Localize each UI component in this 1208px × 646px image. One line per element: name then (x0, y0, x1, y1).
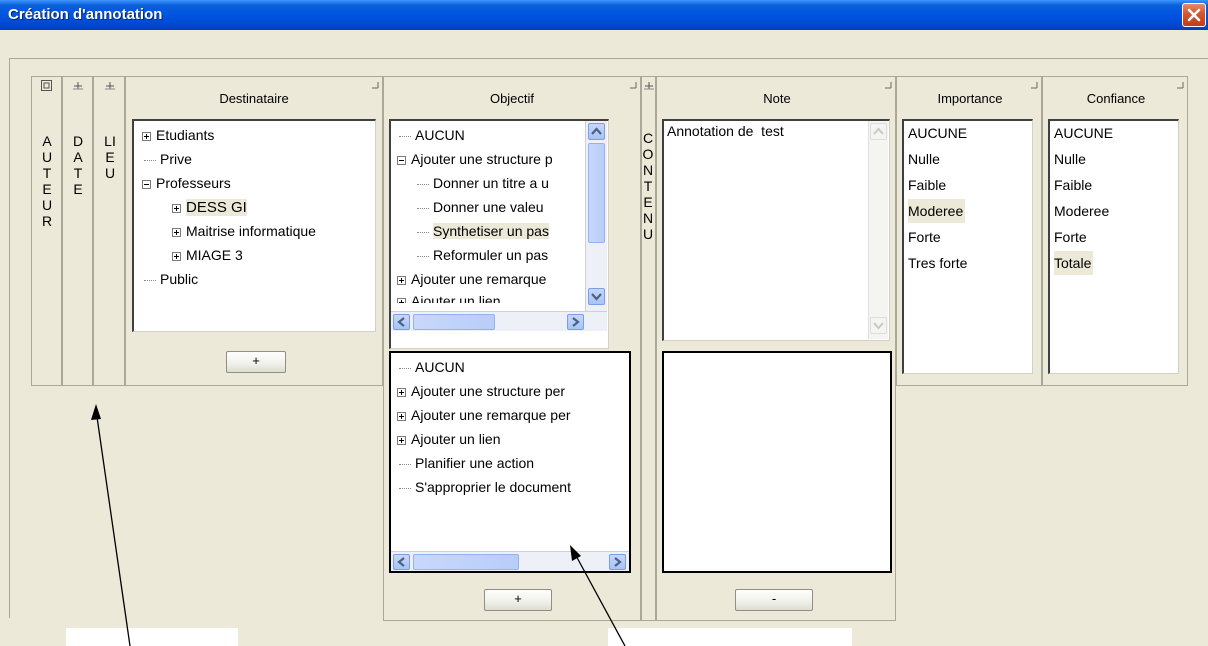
arrow-icon (570, 545, 626, 646)
arrow-icon (91, 404, 131, 646)
annotation-window: Création d'annotation AUTEUR DATE LIEU D… (0, 0, 1208, 646)
callout-arrows (91, 404, 626, 646)
